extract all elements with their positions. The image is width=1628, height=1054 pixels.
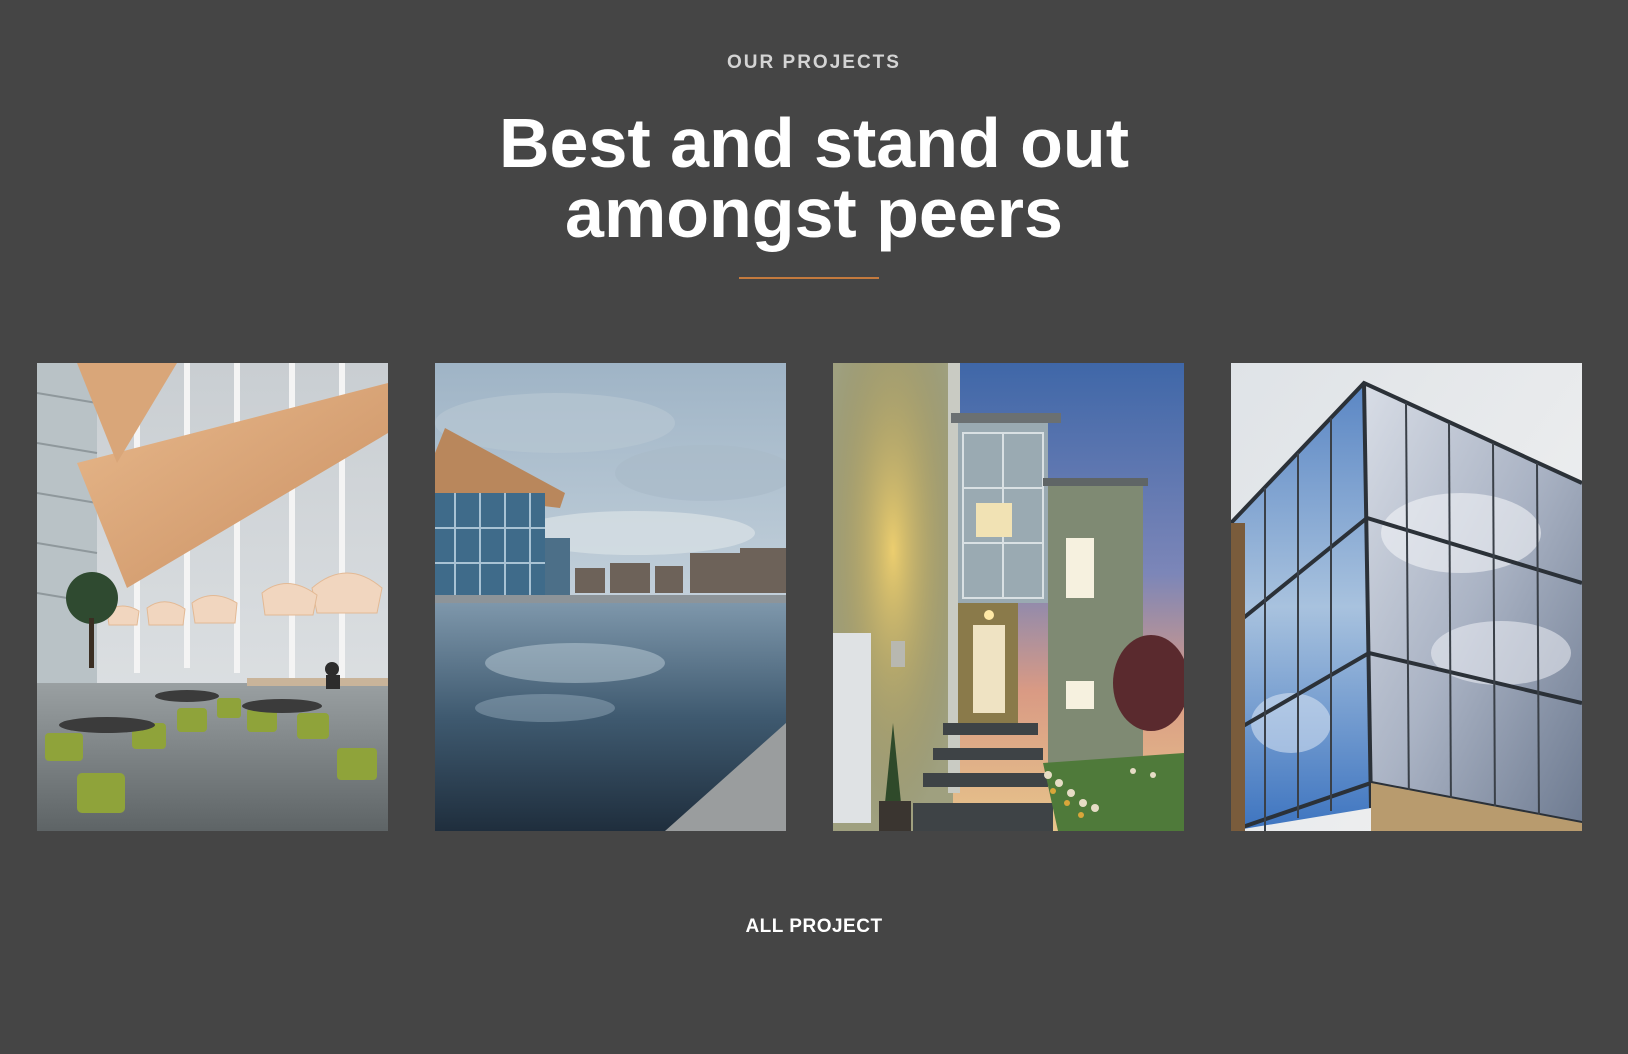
headline-divider xyxy=(739,277,879,279)
project-gallery xyxy=(37,363,1582,831)
project-image-office-interior xyxy=(37,363,388,831)
project-card-2[interactable] xyxy=(435,363,786,831)
section-eyebrow: OUR PROJECTS xyxy=(727,52,901,73)
project-card-3[interactable] xyxy=(833,363,1184,831)
project-image-waterfront xyxy=(435,363,786,831)
project-image-house-dusk xyxy=(833,363,1184,831)
section-headline: Best and stand out amongst peers xyxy=(0,108,1628,248)
all-projects-link[interactable]: ALL PROJECT xyxy=(745,916,882,937)
project-image-glass-facade xyxy=(1231,363,1582,831)
project-card-4[interactable] xyxy=(1231,363,1582,831)
headline-line-2: amongst peers xyxy=(565,174,1063,252)
headline-line-1: Best and stand out xyxy=(498,104,1130,182)
project-card-1[interactable] xyxy=(37,363,388,831)
cta-wrapper: ALL PROJECT xyxy=(0,916,1628,938)
